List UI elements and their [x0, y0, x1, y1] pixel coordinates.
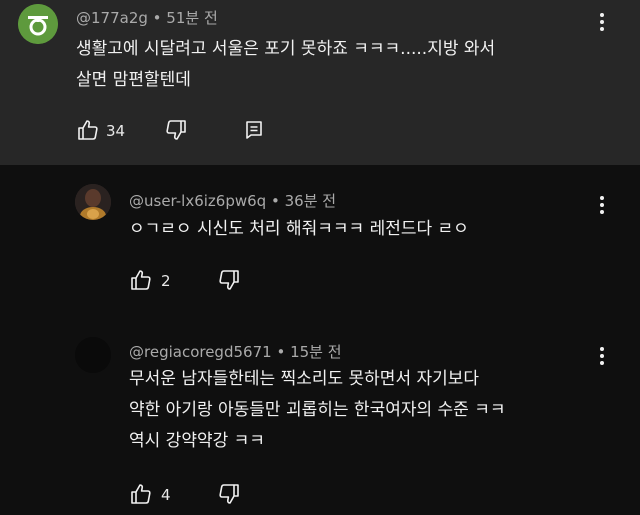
thumbs-down-icon[interactable]	[217, 268, 241, 292]
comment-text: ㅇㄱㄹㅇ 시신도 처리 해줘ㅋㅋㅋ 레전드다 ㄹㅇ	[129, 214, 469, 245]
like-count: 2	[161, 272, 171, 290]
comment-actions: 4	[129, 482, 269, 508]
comment-meta: @regiacoregd5671 • 15분 전	[129, 341, 342, 362]
comment-line: 역시 강약약강 ㅋㅋ	[129, 431, 265, 451]
separator: •	[270, 192, 285, 210]
author-name[interactable]: @user-lx6iz6pw6q	[129, 192, 266, 210]
thumbs-down-icon[interactable]	[164, 118, 188, 142]
thumbs-up-icon[interactable]	[129, 268, 153, 292]
avatar[interactable]	[18, 4, 58, 44]
avatar[interactable]	[75, 184, 111, 220]
avatar-image-icon	[75, 337, 111, 373]
comment-card: @177a2g • 51분 전 생활고에 시달려고 서울은 포기 못하죠 ㅋㅋㅋ…	[0, 0, 640, 165]
reply-icon[interactable]	[242, 118, 266, 142]
thumbs-down-icon[interactable]	[217, 482, 241, 506]
like-count: 4	[161, 486, 171, 504]
channel-logo-icon	[18, 4, 58, 44]
comment-text: 생활고에 시달려고 서울은 포기 못하죠 ㅋㅋㅋ.....지방 와서 살면 맘편…	[76, 34, 495, 96]
comment-line: ㅇㄱㄹㅇ 시신도 처리 해줘ㅋㅋㅋ 레전드다 ㄹㅇ	[129, 219, 469, 239]
comment-meta: @user-lx6iz6pw6q • 36분 전	[129, 190, 336, 211]
avatar-image-icon	[75, 184, 111, 220]
more-options-button[interactable]	[592, 344, 612, 368]
more-options-button[interactable]	[592, 10, 612, 34]
thumbs-up-icon[interactable]	[129, 482, 153, 506]
thumbs-up-icon[interactable]	[76, 118, 100, 142]
author-name[interactable]: @regiacoregd5671	[129, 343, 272, 361]
comment-text: 무서운 남자들한테는 찍소리도 못하면서 자기보다 약한 아기랑 아동들만 괴롭…	[129, 364, 506, 457]
comment-actions: 34	[76, 118, 276, 144]
author-name[interactable]: @177a2g	[76, 9, 148, 27]
comment-line: 살면 맘편할텐데	[76, 70, 191, 90]
comment-line: 생활고에 시달려고 서울은 포기 못하죠 ㅋㅋㅋ.....지방 와서	[76, 39, 496, 59]
timestamp[interactable]: 51분 전	[166, 9, 217, 27]
comment-actions: 2	[129, 268, 269, 294]
comment-line: 무서운 남자들한테는 찍소리도 못하면서 자기보다	[129, 369, 480, 389]
comment-card: @regiacoregd5671 • 15분 전 무서운 남자들한테는 찍소리도…	[0, 320, 640, 515]
comment-card: @user-lx6iz6pw6q • 36분 전 ㅇㄱㄹㅇ 시신도 처리 해줘ㅋ…	[0, 165, 640, 320]
separator: •	[276, 343, 291, 361]
avatar[interactable]	[75, 337, 111, 373]
timestamp[interactable]: 36분 전	[285, 192, 336, 210]
more-options-button[interactable]	[592, 193, 612, 217]
comment-line: 약한 아기랑 아동들만 괴롭히는 한국여자의 수준 ㅋㅋ	[129, 400, 506, 420]
timestamp[interactable]: 15분 전	[290, 343, 341, 361]
separator: •	[152, 9, 167, 27]
like-count: 34	[106, 122, 126, 140]
comment-meta: @177a2g • 51분 전	[76, 7, 218, 28]
